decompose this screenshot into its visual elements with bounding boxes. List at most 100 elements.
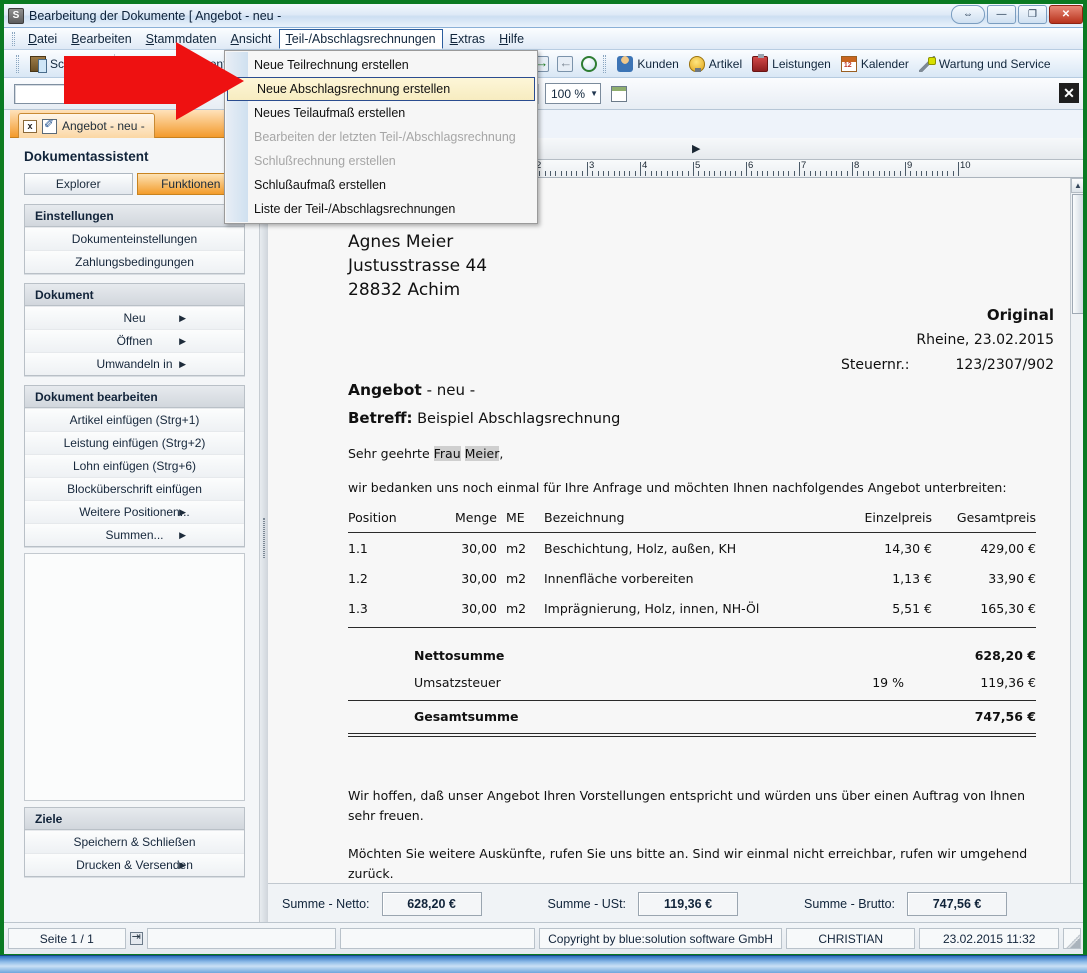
- salutation-field-title: Frau: [433, 446, 461, 461]
- sidebar-item-umwandeln[interactable]: Umwandeln in ▶: [25, 352, 244, 375]
- sidebar-mode-tabs: Explorer Funktionen: [10, 173, 259, 195]
- taskbar: [0, 955, 1087, 973]
- sidebar-empty-area: [24, 553, 245, 801]
- sidebar-item-artikel-einfuegen[interactable]: Artikel einfügen (Strg+1): [25, 408, 244, 431]
- col-header-bezeichnung: Bezeichnung: [544, 508, 828, 533]
- article-icon: [688, 55, 705, 72]
- sidebar-item-label: Lohn einfügen (Strg+6): [72, 459, 197, 473]
- net-label: Nettosumme: [414, 648, 505, 663]
- menu-datei[interactable]: Datei: [21, 29, 64, 49]
- sidebar-item-weitere-positionen[interactable]: Weitere Positionen... ▶: [25, 500, 244, 523]
- menu-option-label: Liste der Teil-/Abschlagsrechnungen: [254, 202, 456, 216]
- close-button[interactable]: ✕: [1049, 5, 1083, 24]
- menu-teil-abschlagsrechnungen[interactable]: Teil-/Abschlagsrechnungen: [278, 28, 443, 49]
- closing-paragraph-2: Möchten Sie weitere Auskünfte, rufen Sie…: [348, 846, 1028, 881]
- toolbar-grip-handle[interactable]: [16, 54, 19, 73]
- ruler-label: 6: [748, 160, 754, 171]
- tabstop-icon[interactable]: [129, 930, 143, 945]
- menu-extras[interactable]: Extras: [443, 29, 492, 49]
- sidebar-item-label: Neu: [123, 311, 146, 325]
- ruler-tick-minor: [947, 171, 949, 176]
- sidebar-item-label: Zahlungsbedingungen: [75, 255, 194, 269]
- sidebar-item-dokumenteinstellungen[interactable]: Dokumenteinstellungen: [25, 227, 244, 250]
- toolbar-item-kalender-label: Kalender: [860, 56, 909, 71]
- toolbar-item-wartung-label: Wartung und Service: [938, 56, 1051, 71]
- sidebar-item-summen[interactable]: Summen... ▶: [25, 523, 244, 546]
- ruler-label: 8: [854, 160, 860, 171]
- address-line-2: Agnes Meier: [348, 232, 454, 252]
- ruler-tick-minor: [581, 171, 583, 176]
- sidebar-item-label: Artikel einfügen (Strg+1): [69, 413, 200, 427]
- table-row[interactable]: 1.2 30,00 m2 Innenfläche vorbereiten 1,1…: [348, 563, 1036, 593]
- sidebar-item-zahlungsbedingungen[interactable]: Zahlungsbedingungen: [25, 250, 244, 273]
- toolbar-item-wartung[interactable]: Wartung und Service: [914, 54, 1056, 74]
- subject-label: Betreff:: [348, 409, 413, 427]
- toolbar-item-leistungen[interactable]: Leistungen: [747, 53, 836, 74]
- zoom-select[interactable]: 100 % ▼: [545, 83, 601, 104]
- totals-divider: [348, 700, 1036, 701]
- toolbar-item-artikel[interactable]: Artikel: [684, 54, 747, 74]
- document-title-bold: Angebot: [348, 381, 422, 399]
- tab-explorer[interactable]: Explorer: [24, 173, 133, 195]
- menu-option-label: Neues Teilaufmaß erstellen: [254, 106, 406, 120]
- menu-option-label: Bearbeiten der letzten Teil-/Abschlagsre…: [254, 130, 516, 144]
- sidebar-item-label: Speichern & Schließen: [73, 835, 196, 849]
- toolbar-item-artikel-label: Artikel: [708, 56, 743, 71]
- menu-hilfe[interactable]: Hilfe: [492, 29, 531, 49]
- chevron-right-icon: ▶: [179, 529, 186, 540]
- table-row[interactable]: 1.1 30,00 m2 Beschichtung, Holz, außen, …: [348, 533, 1036, 564]
- search-icon[interactable]: [581, 55, 598, 72]
- toolbar-item-kalender[interactable]: Kalender: [836, 54, 914, 74]
- summary-vat-label: Summe - USt:: [547, 897, 627, 911]
- splitter-grip-icon: [263, 518, 265, 558]
- menu-option-neue-teilrechnung[interactable]: Neue Teilrechnung erstellen: [225, 53, 537, 77]
- ruler-tick-minor: [634, 171, 636, 176]
- scrollbar-thumb[interactable]: [1072, 194, 1083, 314]
- maximize-button[interactable]: ❐: [1018, 5, 1047, 24]
- table-row[interactable]: 1.3 30,00 m2 Imprägnierung, Holz, innen,…: [348, 593, 1036, 628]
- sidebar-item-drucken-versenden[interactable]: Drucken & Versenden ▶: [25, 853, 244, 876]
- document-scrollbar[interactable]: ▲: [1070, 178, 1083, 883]
- sidebar-item-lohn-einfuegen[interactable]: Lohn einfügen (Strg+6): [25, 454, 244, 477]
- gross-value: 747,56 €: [974, 709, 1036, 724]
- ruler-tick-minor: [756, 171, 758, 176]
- col-header-position: Position: [348, 508, 440, 533]
- panel-splitter[interactable]: [260, 138, 268, 924]
- toolbar-item-kunden[interactable]: Kunden: [612, 54, 683, 74]
- sidebar-item-leistung-einfuegen[interactable]: Leistung einfügen (Strg+2): [25, 431, 244, 454]
- status-blank-1: [146, 928, 336, 949]
- sidebar-item-oeffnen[interactable]: Öffnen ▶: [25, 329, 244, 352]
- close-formatbar-icon[interactable]: ✕: [1059, 83, 1079, 103]
- minimize-button[interactable]: —: [987, 5, 1016, 24]
- address-line-4: 28832 Achim: [348, 280, 461, 300]
- sidebar-item-neu[interactable]: Neu ▶: [25, 306, 244, 329]
- menu-grip-handle[interactable]: [12, 31, 15, 46]
- ruler-tick-major: [693, 162, 694, 176]
- group-title-ziele: Ziele: [25, 808, 244, 830]
- back-icon[interactable]: [557, 55, 574, 72]
- ruler-tick-minor: [613, 171, 615, 176]
- ruler-tick-minor: [788, 171, 790, 176]
- table-icon[interactable]: [611, 85, 627, 102]
- sidebar-item-blockueberschrift[interactable]: Blocküberschrift einfügen: [25, 477, 244, 500]
- ruler-tick-minor: [809, 171, 811, 176]
- menu-option-schlussaufmass[interactable]: Schlußaufmaß erstellen: [225, 173, 537, 197]
- menu-option-neue-abschlagsrechnung[interactable]: Neue Abschlagsrechnung erstellen: [227, 77, 535, 101]
- resize-grip-icon[interactable]: [1062, 928, 1081, 949]
- col-header-me: ME: [506, 508, 544, 533]
- sidebar-group-einstellungen: Einstellungen Dokumenteinstellungen Zahl…: [24, 204, 245, 274]
- scroll-up-icon[interactable]: ▲: [1071, 178, 1083, 193]
- toolbar-grip-handle-2[interactable]: [603, 54, 607, 73]
- menu-option-neues-teilaufmass[interactable]: Neues Teilaufmaß erstellen: [225, 101, 537, 125]
- menu-option-liste[interactable]: Liste der Teil-/Abschlagsrechnungen: [225, 197, 537, 221]
- vat-value: 119,36 €: [980, 675, 1036, 690]
- window-controls: ⇔ — ❐ ✕: [951, 5, 1083, 24]
- close-icon[interactable]: x: [23, 119, 37, 133]
- ruler-tick-minor: [544, 171, 546, 176]
- chevron-right-icon: ▶: [179, 312, 186, 323]
- ruler-tick-minor: [836, 171, 838, 176]
- help-button[interactable]: ⇔: [951, 5, 985, 24]
- chevron-right-icon: ▶: [179, 506, 186, 517]
- document-page[interactable]: 48431 Rheine Frau Agnes Meier Justusstra…: [268, 178, 1070, 883]
- sidebar-item-speichern-schliessen[interactable]: Speichern & Schließen: [25, 830, 244, 853]
